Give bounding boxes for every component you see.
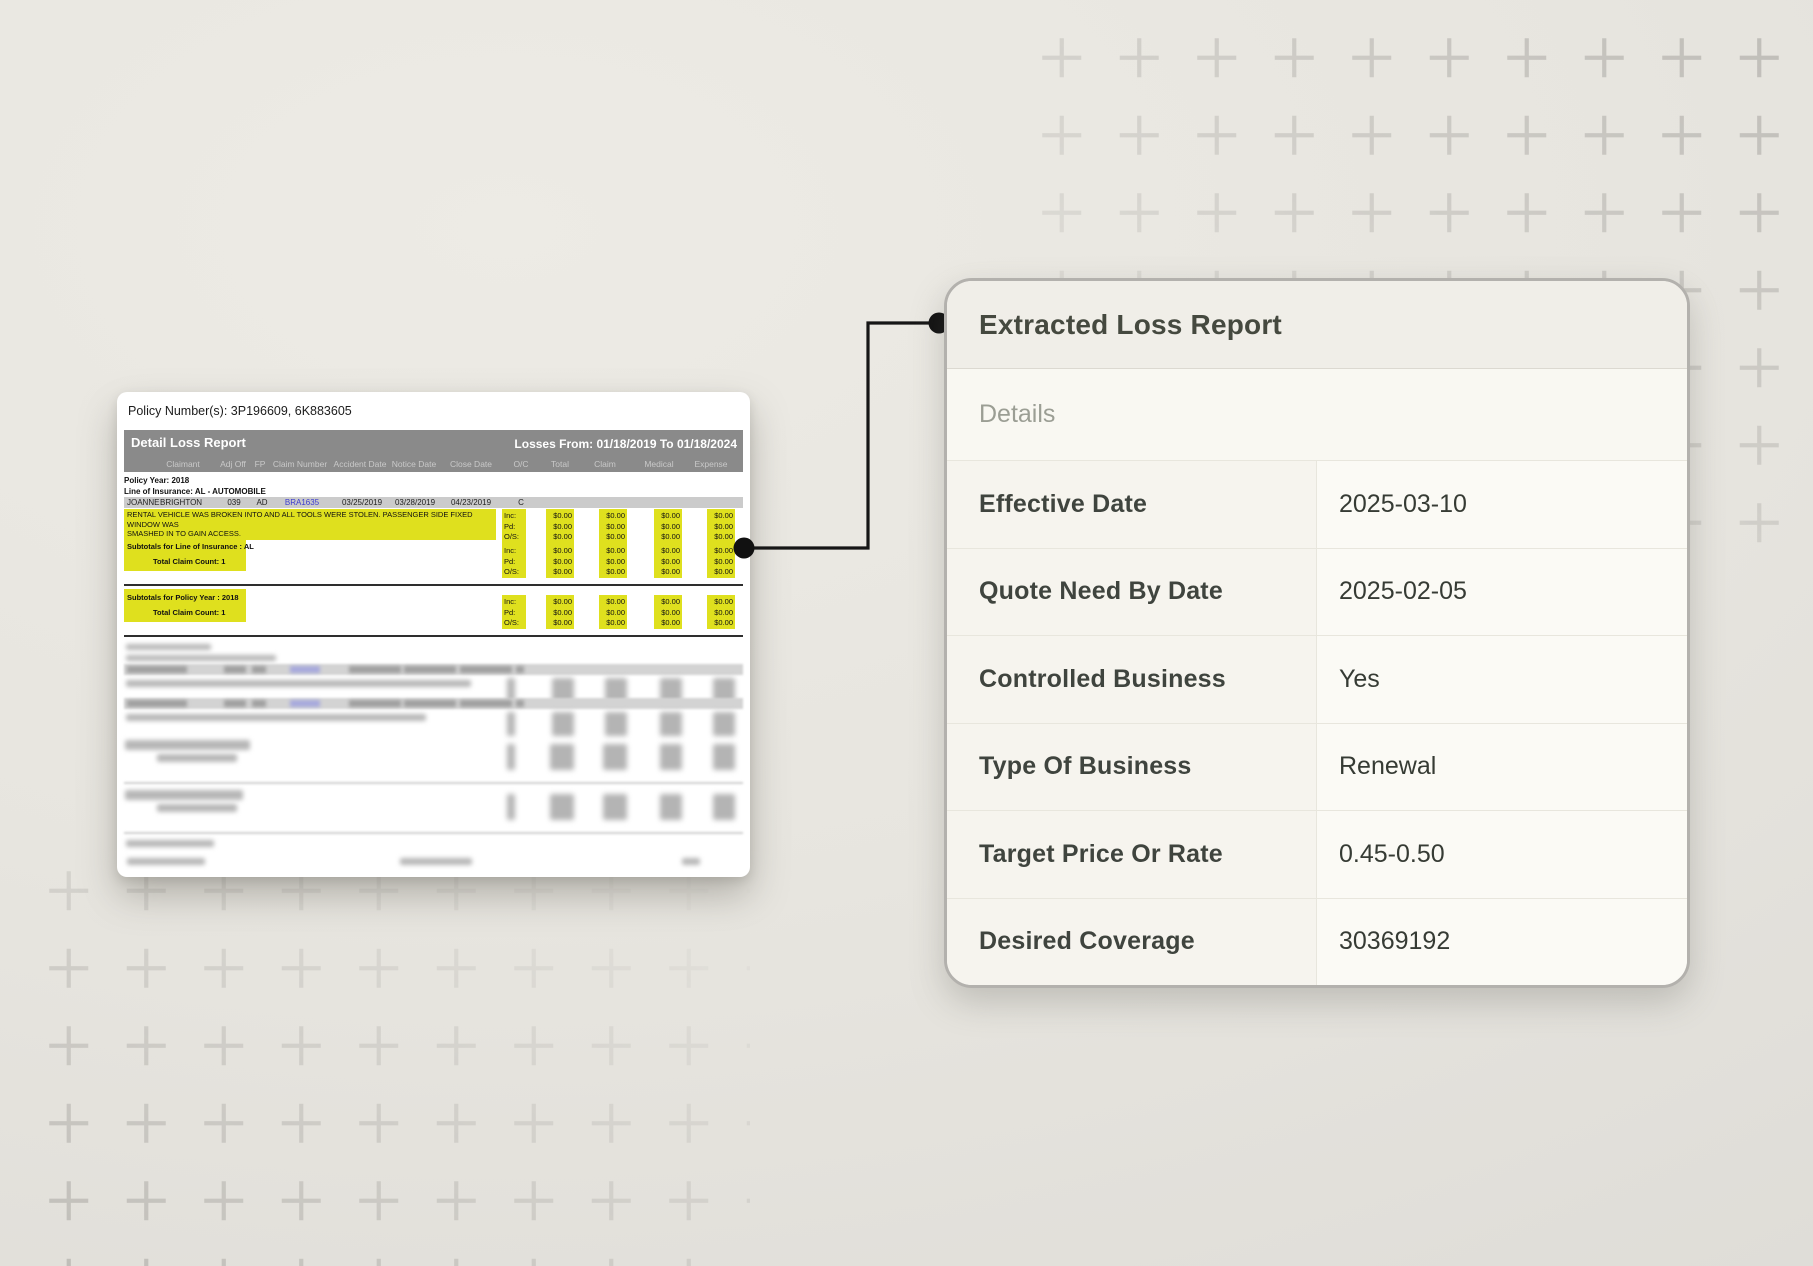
- extracted-loss-report-card: Extracted Loss Report Details Effective …: [944, 278, 1690, 988]
- claim-close-date: 04/23/2019: [451, 497, 491, 508]
- column-header-fp: FP: [255, 459, 266, 469]
- detail-label: Desired Coverage: [947, 899, 1317, 986]
- report-header-band: Detail Loss Report Losses From: 01/18/20…: [124, 430, 743, 472]
- column-header-oc: O/C: [513, 459, 528, 469]
- detail-label: Type Of Business: [947, 724, 1317, 811]
- claim-row: JOANNE BRIGHTON 039 AD BRA1635 03/25/201…: [124, 497, 743, 508]
- plus-pattern-bottom-left: [30, 852, 750, 1266]
- detail-label: Effective Date: [947, 461, 1317, 548]
- column-header-claim-number: Claim Number: [273, 459, 327, 469]
- details-section-label: Details: [979, 400, 1055, 429]
- amount-claim-column: $0.00$0.00$0.00: [599, 544, 627, 578]
- detail-value: 2025-02-05: [1317, 549, 1687, 636]
- section-divider: [124, 584, 743, 586]
- detail-value: 2025-03-10: [1317, 461, 1687, 548]
- column-header-notice-date: Notice Date: [392, 459, 436, 469]
- claimant-first-name: JOANNE: [127, 497, 159, 508]
- line-of-insurance-label: Line of Insurance: AL - AUTOMOBILE: [124, 487, 266, 496]
- amount-expense-column: $0.00$0.00$0.00: [707, 595, 735, 629]
- detail-value: 30369192: [1317, 899, 1687, 986]
- detail-value: 0.45-0.50: [1317, 811, 1687, 898]
- subtotal-year-amounts: Inc:Pd:O/S: $0.00$0.00$0.00 $0.00$0.00$0…: [117, 595, 750, 629]
- amount-medical-column: $0.00$0.00$0.00: [654, 595, 682, 629]
- loss-report-document: Policy Number(s): 3P196609, 6K883605 Det…: [117, 392, 750, 877]
- amount-medical-column: $0.00$0.00$0.00: [654, 544, 682, 578]
- amount-total-column: $0.00$0.00$0.00: [546, 509, 574, 544]
- claim-fp: AD: [256, 497, 267, 508]
- detail-row-target-price-or-rate: Target Price Or Rate 0.45-0.50: [947, 811, 1687, 899]
- subtotal-loi-amounts: Inc:Pd:O/S: $0.00$0.00$0.00 $0.00$0.00$0…: [117, 544, 750, 578]
- amount-claim-column: $0.00$0.00$0.00: [599, 595, 627, 629]
- claim-number-link: BRA1635: [285, 497, 319, 508]
- connector-line: [730, 300, 955, 570]
- report-title: Detail Loss Report: [131, 435, 246, 450]
- detail-row-type-of-business: Type Of Business Renewal: [947, 724, 1687, 812]
- policy-numbers: Policy Number(s): 3P196609, 6K883605: [128, 404, 352, 418]
- detail-label: Controlled Business: [947, 636, 1317, 723]
- column-header-expense: Expense: [694, 459, 727, 469]
- claim-notice-date: 03/28/2019: [395, 497, 435, 508]
- detail-value: Yes: [1317, 636, 1687, 723]
- column-header-accident-date: Accident Date: [334, 459, 387, 469]
- details-section-header: Details: [947, 369, 1687, 461]
- policy-year-label: Policy Year: 2018: [124, 476, 189, 485]
- column-header-close-date: Close Date: [450, 459, 492, 469]
- amount-total-column: $0.00$0.00$0.00: [546, 544, 574, 578]
- card-header: Extracted Loss Report: [947, 281, 1687, 369]
- losses-date-range: Losses From: 01/18/2019 To 01/18/2024: [514, 437, 737, 451]
- detail-label: Target Price Or Rate: [947, 811, 1317, 898]
- connector-dot-start: [734, 538, 755, 559]
- card-title: Extracted Loss Report: [979, 309, 1282, 341]
- amount-labels-column: Inc:Pd:O/S:: [502, 595, 526, 629]
- claim-accident-date: 03/25/2019: [342, 497, 382, 508]
- detail-value: Renewal: [1317, 724, 1687, 811]
- section-divider: [124, 635, 743, 637]
- amount-total-column: $0.00$0.00$0.00: [546, 595, 574, 629]
- amount-claim-column: $0.00$0.00$0.00: [599, 509, 627, 544]
- column-header-total: Total: [551, 459, 569, 469]
- amount-medical-column: $0.00$0.00$0.00: [654, 509, 682, 544]
- column-header-adj-off: Adj Off: [220, 459, 246, 469]
- claim-adj-off: 039: [227, 497, 240, 508]
- column-header-medical: Medical: [644, 459, 673, 469]
- detail-row-controlled-business: Controlled Business Yes: [947, 636, 1687, 724]
- column-header-claimant: Claimant: [166, 459, 200, 469]
- claimant-last-name: BRIGHTON: [160, 497, 202, 508]
- claim-oc-flag: C: [518, 497, 524, 508]
- detail-row-effective-date: Effective Date 2025-03-10: [947, 461, 1687, 549]
- amount-labels-column: Inc:Pd:O/S:: [502, 544, 526, 578]
- amount-labels-column: Inc:Pd:O/S:: [502, 509, 526, 544]
- detail-row-desired-coverage: Desired Coverage 30369192: [947, 899, 1687, 986]
- detail-label: Quote Need By Date: [947, 549, 1317, 636]
- column-header-claim: Claim: [594, 459, 616, 469]
- detail-row-quote-need-by-date: Quote Need By Date 2025-02-05: [947, 549, 1687, 637]
- canvas: Policy Number(s): 3P196609, 6K883605 Det…: [0, 0, 1813, 1266]
